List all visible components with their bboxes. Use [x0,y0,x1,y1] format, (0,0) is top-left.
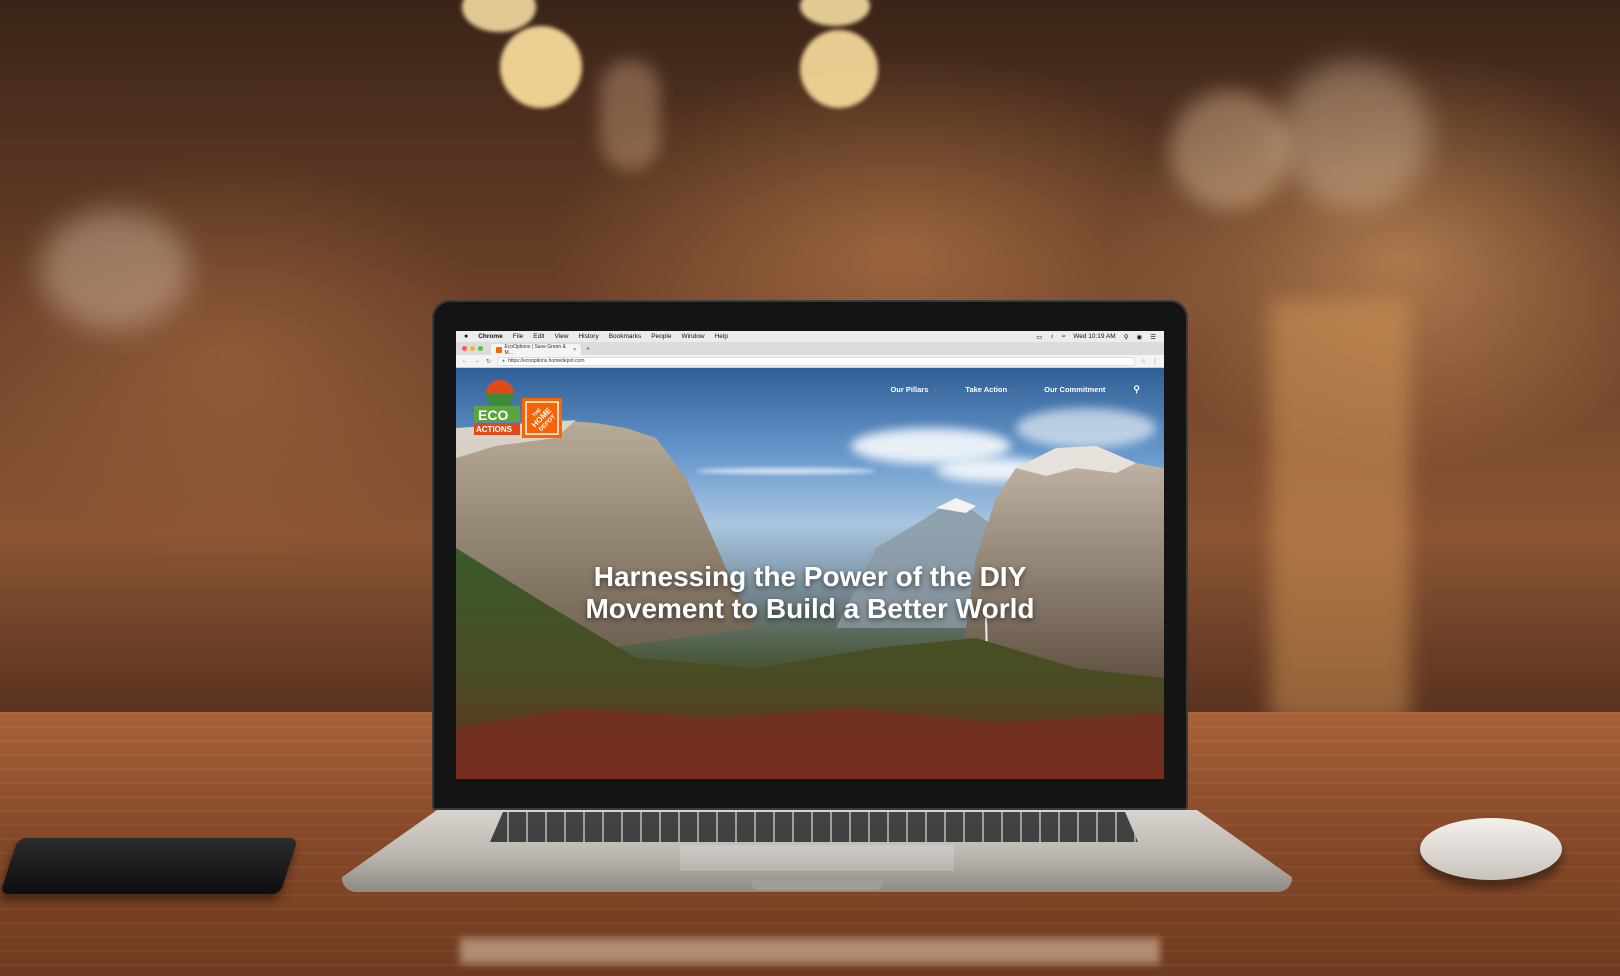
menu-bookmarks[interactable]: Bookmarks [609,333,642,340]
bokeh-light [40,210,190,330]
url-text: https://ecooptions.homedepot.com [508,358,585,364]
volume-icon[interactable]: ♪ [1050,333,1053,340]
nav-item-label: Our Commitment [1044,385,1106,394]
nav-item-label: Take Action [965,385,1008,394]
laptop-notch [752,880,882,890]
hero-title: Harnessing the Power of the DIY Movement… [585,561,1035,624]
close-tab-icon[interactable]: × [573,347,576,353]
nav-item-label: Our Pillars [890,385,929,394]
computer-mouse [1420,818,1562,880]
maximize-window-button[interactable] [478,346,483,351]
menu-view[interactable]: View [554,333,568,340]
bokeh-light [800,30,878,108]
menu-help[interactable]: Help [715,333,728,340]
laptop-trackpad [680,845,954,871]
minimize-window-button[interactable] [470,346,475,351]
bokeh-light [500,26,582,108]
spotlight-icon[interactable]: ⚲ [1124,333,1129,341]
menubar-app-name[interactable]: Chrome [478,333,503,340]
window-controls [462,342,483,355]
menu-edit[interactable]: Edit [533,333,544,340]
bokeh-light [600,60,660,170]
browser-menu-icon[interactable]: ⋮ [1152,358,1158,365]
desk-reflection [460,938,1160,964]
browser-toolbar: ← → ↻ ● https://ecooptions.homedepot.com… [456,355,1164,368]
user-icon[interactable]: ◉ [1137,333,1143,341]
eco-actions-home-depot-logo[interactable]: ECO ACTIONS THE HOME DEPOT [470,376,566,444]
smartphone [0,838,299,894]
wifi-icon[interactable]: ≈ [1062,333,1066,340]
bookmark-star-icon[interactable]: ☆ [1141,358,1146,365]
apple-icon[interactable]: ● [464,333,468,340]
nav-our-commitment[interactable]: Our Commitment [1044,385,1105,394]
menu-history[interactable]: History [578,333,598,340]
nav-take-action[interactable]: Take Action ⌄ [965,385,1016,394]
menubar-status: ▭ ♪ ≈ Wed 10:19 AM ⚲ ◉ ☰ [1036,333,1156,341]
chevron-down-icon: ⌄ [932,387,938,393]
menu-file[interactable]: File [513,333,523,340]
notification-center-icon[interactable]: ☰ [1150,333,1156,341]
nav-our-pillars[interactable]: Our Pillars ⌄ [890,385,937,394]
reload-icon[interactable]: ↻ [486,358,491,365]
airplay-icon[interactable]: ▭ [1036,333,1042,341]
menu-people[interactable]: People [651,333,671,340]
site-nav: Our Pillars ⌄ Take Action ⌄ Our Commitme… [890,384,1140,395]
hero-section: ECO ACTIONS THE HOME DEPOT Our Pillars ⌄… [456,368,1164,779]
tab-title: EcoOptions | Save Green & M... [504,343,566,356]
close-window-button[interactable] [462,346,467,351]
back-icon[interactable]: ← [462,358,468,364]
bokeh-light [800,0,870,26]
menubar-clock[interactable]: Wed 10:19 AM [1073,333,1116,340]
search-icon[interactable]: ⚲ [1133,384,1140,395]
bokeh-light [1280,60,1430,210]
address-bar[interactable]: ● https://ecooptions.homedepot.com [497,356,1135,366]
browser-tab[interactable]: EcoOptions | Save Green & M... × [491,343,581,356]
new-tab-button[interactable]: + [586,344,590,355]
forward-icon[interactable]: → [474,358,480,364]
chevron-down-icon: ⌄ [1011,387,1017,393]
laptop-keyboard [490,812,1138,842]
bokeh-light [1170,90,1290,210]
laptop-screen: ● Chrome File Edit View History Bookmark… [456,331,1164,779]
mac-menubar: ● Chrome File Edit View History Bookmark… [456,331,1164,342]
browser-tabstrip: EcoOptions | Save Green & M... × + [456,342,1164,356]
bokeh-light [462,0,536,32]
menu-window[interactable]: Window [681,333,704,340]
logo-actions-text: ACTIONS [476,425,513,434]
favicon-icon [496,346,502,353]
lock-icon: ● [502,358,506,364]
background-wall [1270,300,1410,720]
logo-eco-text: ECO [478,407,508,423]
